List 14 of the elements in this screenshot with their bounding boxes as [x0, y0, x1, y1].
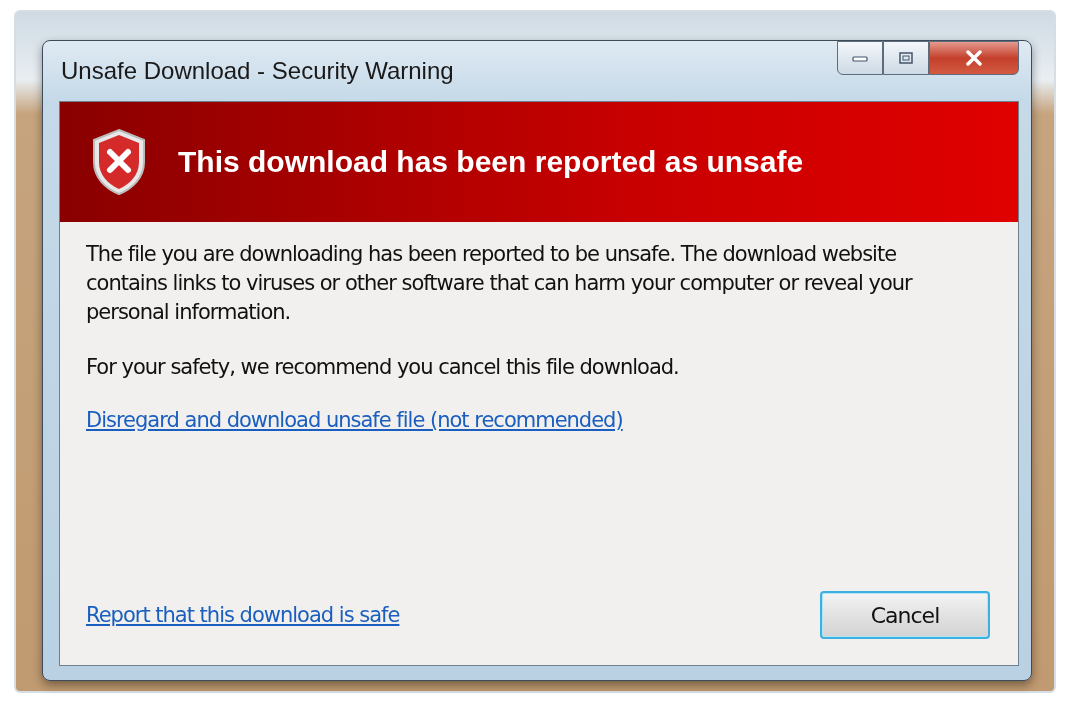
maximize-button[interactable] [883, 41, 929, 75]
report-safe-link[interactable]: Report that this download is safe [86, 603, 400, 627]
minimize-button[interactable] [837, 41, 883, 75]
close-button[interactable] [929, 41, 1019, 75]
message-paragraph: The file you are downloading has been reported to be unsafe. The download website contains links to viruses or other software that can harm your computer or reveal your personal information. [86, 241, 914, 326]
close-icon [964, 50, 984, 66]
cancel-button[interactable]: Cancel [820, 591, 990, 639]
banner-heading: This download has been reported as unsafe [178, 145, 804, 179]
message-paragraph: For your safety, we recommend you cancel this file download. [86, 354, 680, 381]
shield-error-icon [90, 128, 148, 196]
minimize-icon [851, 53, 869, 63]
maximize-icon [897, 51, 915, 65]
download-anyway-link[interactable]: Disregard and download unsafe file (not recommended) [86, 408, 623, 432]
window-title: Unsafe Download - Security Warning [61, 57, 454, 85]
